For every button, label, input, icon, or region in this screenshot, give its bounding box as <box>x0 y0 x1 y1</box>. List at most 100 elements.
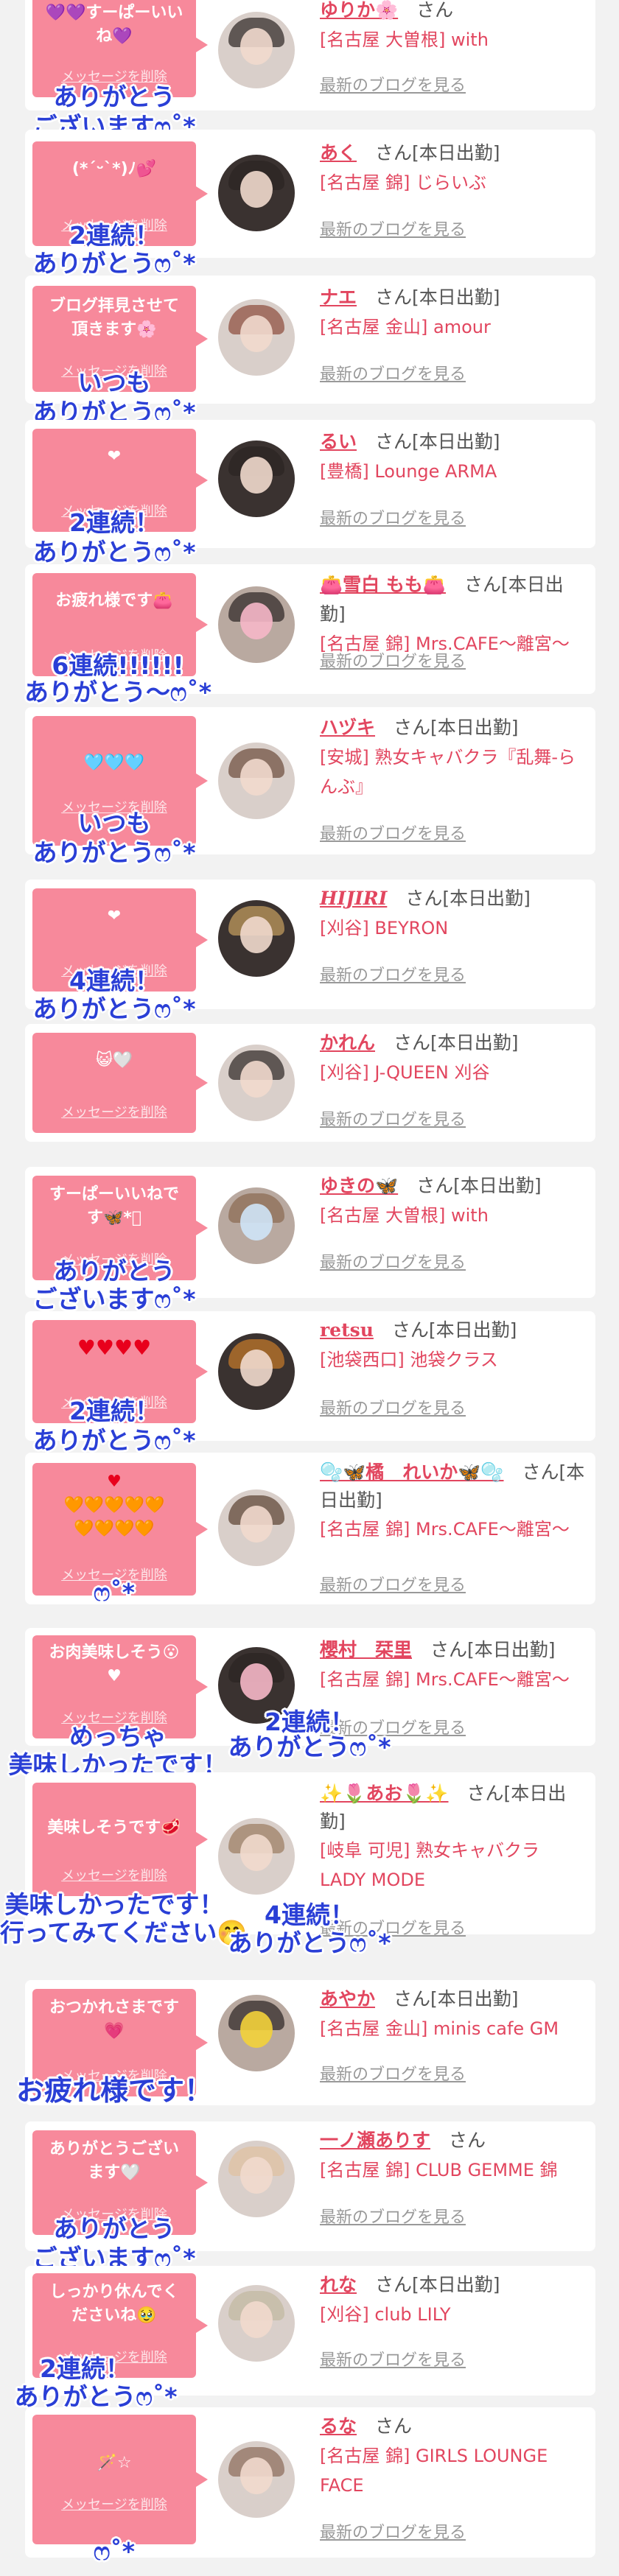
status-text: さん[本日出勤] <box>394 1988 519 2010</box>
message-text: 美味しそうです🥩 <box>47 1819 181 1837</box>
cast-name-link[interactable]: 🫧🦋橘 れいか🦋🫧 <box>320 1461 504 1483</box>
status-text: さん <box>449 2130 486 2151</box>
avatar[interactable] <box>218 1818 295 1895</box>
shop-name: [刈谷] BEYRON <box>320 918 449 938</box>
profile-info: 一ノ瀬ありす さん [名古屋 錦] CLUB GEMME 錦 <box>320 2126 585 2185</box>
avatar[interactable] <box>218 1187 295 1264</box>
latest-blog-link[interactable]: 最新のブログを見る <box>320 1395 466 1419</box>
cast-name-link[interactable]: 一ノ瀬ありす <box>320 2130 430 2151</box>
avatar[interactable] <box>218 299 295 376</box>
latest-blog-link[interactable]: 最新のブログを見る <box>320 821 466 844</box>
avatar[interactable] <box>218 1489 295 1566</box>
message-text: ❤ <box>107 907 122 925</box>
cast-name-link[interactable]: ゆりか🌸 <box>320 0 398 21</box>
shop-name: [豊橋] Lounge ARMA <box>320 461 497 482</box>
latest-blog-link[interactable]: 最新のブログを見る <box>320 962 466 986</box>
shop-name: [名古屋 錦] Mrs.CAFE～離宮～ <box>320 1519 570 1540</box>
latest-blog-link[interactable]: 最新のブログを見る <box>320 2204 466 2228</box>
avatar[interactable] <box>218 1045 295 1121</box>
message-bubble: ♥ 🧡🧡🧡🧡🧡 🧡🧡🧡🧡 メッセージを削除 <box>32 1463 208 1596</box>
profile-info: かれん さん[本日出勤] [刈谷] J-QUEEN 刈谷 <box>320 1028 585 1087</box>
latest-blog-link[interactable]: 最新のブログを見る <box>320 2061 466 2085</box>
latest-blog-link[interactable]: 最新のブログを見る <box>320 217 466 240</box>
latest-blog-link[interactable]: 最新のブログを見る <box>320 505 466 529</box>
caption-text: ありがとうෆ˚* <box>32 994 196 1023</box>
profile-info: ハヅキ さん[本日出勤] [安城] 熟女キャバクラ『乱舞-らんぶ』 <box>320 713 585 801</box>
latest-blog-link[interactable]: 最新のブログを見る <box>320 2519 466 2543</box>
avatar[interactable] <box>218 1995 295 2071</box>
caption-text: 4連続！ <box>69 966 159 995</box>
caption-text: 4連続！ <box>265 1901 354 1929</box>
cast-name-link[interactable]: ゆきの🦋 <box>320 1175 398 1196</box>
latest-blog-link[interactable]: 最新のブログを見る <box>320 1106 466 1130</box>
avatar[interactable] <box>218 2141 295 2217</box>
caption-text: 行ってみてください🤭 <box>0 1918 248 1947</box>
latest-blog-link[interactable]: 最新のブログを見る <box>320 72 466 96</box>
latest-blog-link[interactable]: 最新のブログを見る <box>320 2347 466 2370</box>
avatar[interactable] <box>218 2285 295 2362</box>
status-text: さん[本日出勤] <box>375 287 500 308</box>
status-text: さん[本日出勤] <box>375 142 500 164</box>
cast-name-link[interactable]: ナエ <box>320 287 357 308</box>
cast-name-link[interactable]: あく <box>320 142 357 164</box>
cast-name-link[interactable]: ハヅキ <box>320 717 375 738</box>
message-text: おつかれさまです 💗 <box>49 1998 179 2040</box>
cast-name-link[interactable]: 櫻村 栞里 <box>320 1639 412 1660</box>
profile-info: 👛雪白 もも👛 さん[本日出勤] [名古屋 錦] Mrs.CAFE～離宮～ <box>320 570 585 659</box>
shop-name: [名古屋 大曽根] with <box>320 1205 489 1226</box>
cast-name-link[interactable]: れな <box>320 2274 357 2295</box>
message-text: 🪄☆ <box>97 2454 132 2472</box>
profile-info: るな さん [名古屋 錦] GIRLS LOUNGE FACE <box>320 2412 585 2500</box>
cast-name-link[interactable]: るな <box>320 2415 357 2437</box>
caption-text: ෆ˚* <box>93 2537 136 2566</box>
cast-name-link[interactable]: retsu <box>320 1319 374 1341</box>
caption-text: いつも <box>77 809 151 838</box>
avatar[interactable] <box>218 900 295 977</box>
profile-info: HIJIRI さん[本日出勤] [刈谷] BEYRON <box>320 884 585 943</box>
delete-message-link[interactable]: メッセージを削除 <box>32 1865 196 1884</box>
profile-info: あやか さん[本日出勤] [名古屋 金山] minis cafe GM <box>320 1984 585 2043</box>
avatar[interactable] <box>218 155 295 231</box>
latest-blog-link[interactable]: 最新のブログを見る <box>320 1572 466 1596</box>
caption-text: ありがとう <box>53 1257 175 1285</box>
shop-name: [名古屋 錦] じらいぶ <box>320 172 486 193</box>
avatar[interactable] <box>218 2441 295 2518</box>
shop-name: [安城] 熟女キャバクラ『乱舞-らんぶ』 <box>320 747 576 797</box>
status-text: さん <box>375 2415 413 2437</box>
cast-name-link[interactable]: 👛雪白 もも👛 <box>320 574 446 595</box>
avatar[interactable] <box>218 441 295 517</box>
caption-text: めっちゃ <box>69 1722 167 1751</box>
shop-name: [岐阜 可児] 熟女キャバクラ LADY MODE <box>320 1840 539 1890</box>
profile-info: ナエ さん[本日出勤] [名古屋 金山] amour <box>320 283 585 342</box>
message-text: 🩵🩵🩵 <box>83 754 145 772</box>
delete-message-link[interactable]: メッセージを削除 <box>32 1102 196 1121</box>
delete-message-link[interactable]: メッセージを削除 <box>32 2494 196 2513</box>
cast-name-link[interactable]: あやか <box>320 1988 375 2010</box>
shop-name: [名古屋 錦] CLUB GEMME 錦 <box>320 2160 558 2180</box>
message-text: すーぱーいいねで す🦋*ﾟ <box>49 1185 179 1227</box>
message-text: お疲れ様です👛 <box>55 592 173 610</box>
status-text: さん[本日出勤] <box>375 2274 500 2295</box>
latest-blog-link[interactable]: 最新のブログを見る <box>320 361 466 385</box>
latest-blog-link[interactable]: 最新のブログを見る <box>320 1249 466 1273</box>
caption-text: お疲れ様です！ <box>15 2074 212 2107</box>
cast-name-link[interactable]: るい <box>320 431 357 452</box>
avatar[interactable] <box>218 12 295 88</box>
cast-name-link[interactable]: ✨🌷あお🌷✨ <box>320 1783 449 1804</box>
latest-blog-link[interactable]: 最新のブログを見る <box>320 648 466 672</box>
cast-name-link[interactable]: HIJIRI <box>320 888 387 909</box>
profile-info: れな さん[本日出勤] [刈谷] club LILY <box>320 2270 585 2329</box>
cast-name-link[interactable]: かれん <box>320 1032 375 1053</box>
message-text: (*ˊᵕˋ*)ﾉ💕 <box>71 160 157 178</box>
caption-text: ありがとうෆ˚* <box>32 838 196 867</box>
status-text: さん[本日出勤] <box>405 888 531 909</box>
message-text: ♥ 🧡🧡🧡🧡🧡 🧡🧡🧡🧡 <box>63 1473 165 1538</box>
caption-text: 2連続！ <box>69 221 159 250</box>
status-text: さん[本日出勤] <box>375 431 500 452</box>
message-text: ブログ拝見させて 頂きます🌸 <box>49 297 179 339</box>
shop-name: [名古屋 金山] amour <box>320 317 491 337</box>
caption-text: ありがとうෆ˚* <box>32 538 196 566</box>
avatar[interactable] <box>218 1333 295 1410</box>
avatar[interactable] <box>218 743 295 819</box>
profile-info: 櫻村 栞里 さん[本日出勤] [名古屋 錦] Mrs.CAFE～離宮～ <box>320 1635 585 1694</box>
